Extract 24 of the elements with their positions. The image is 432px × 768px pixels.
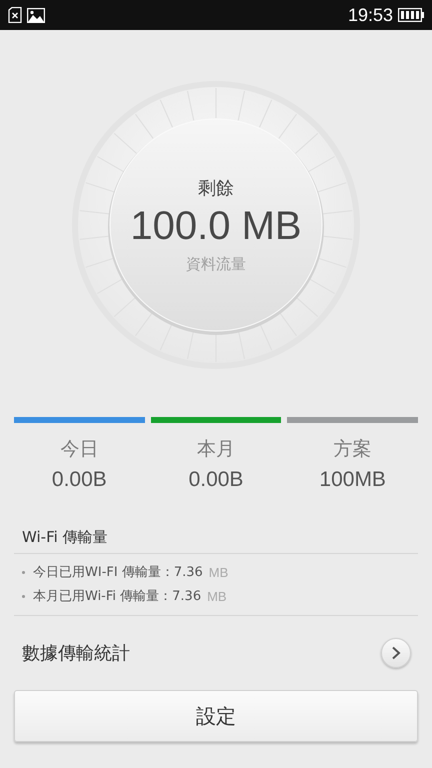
stat-value: 100MB [319,468,386,492]
image-icon [27,8,45,22]
settings-button[interactable]: 設定 [14,690,418,742]
section-title: Wi-Fi 傳輸量 [21,528,109,548]
chevron-right-icon [391,646,401,660]
statistics-link[interactable]: 數據傳輸統計 [22,641,130,665]
stat-label: 今日 [60,437,98,462]
usage-text: 今日已用WI-FI 傳輸量：7.36 [33,564,203,581]
dial-caption: 資料流量 [186,255,246,274]
bullet-icon [22,570,25,574]
stat-label: 方案 [334,437,372,462]
sd-card-icon [8,7,22,23]
clock-time: 19:53 [348,4,393,26]
chevron-right-button[interactable] [381,638,411,668]
bullet-icon [22,594,25,598]
usage-text: 本月已用Wi-Fi 傳輸量：7.36 [33,588,202,605]
battery-icon [398,8,424,22]
usage-unit: MB [207,588,227,604]
usage-unit: MB [208,564,228,580]
remaining-label: 剩餘 [198,177,234,200]
stat-value: 0.00B [52,468,107,492]
stat-label: 本月 [197,437,235,462]
remaining-value: 100.0 MB [130,204,302,249]
stat-value: 0.00B [188,468,244,492]
